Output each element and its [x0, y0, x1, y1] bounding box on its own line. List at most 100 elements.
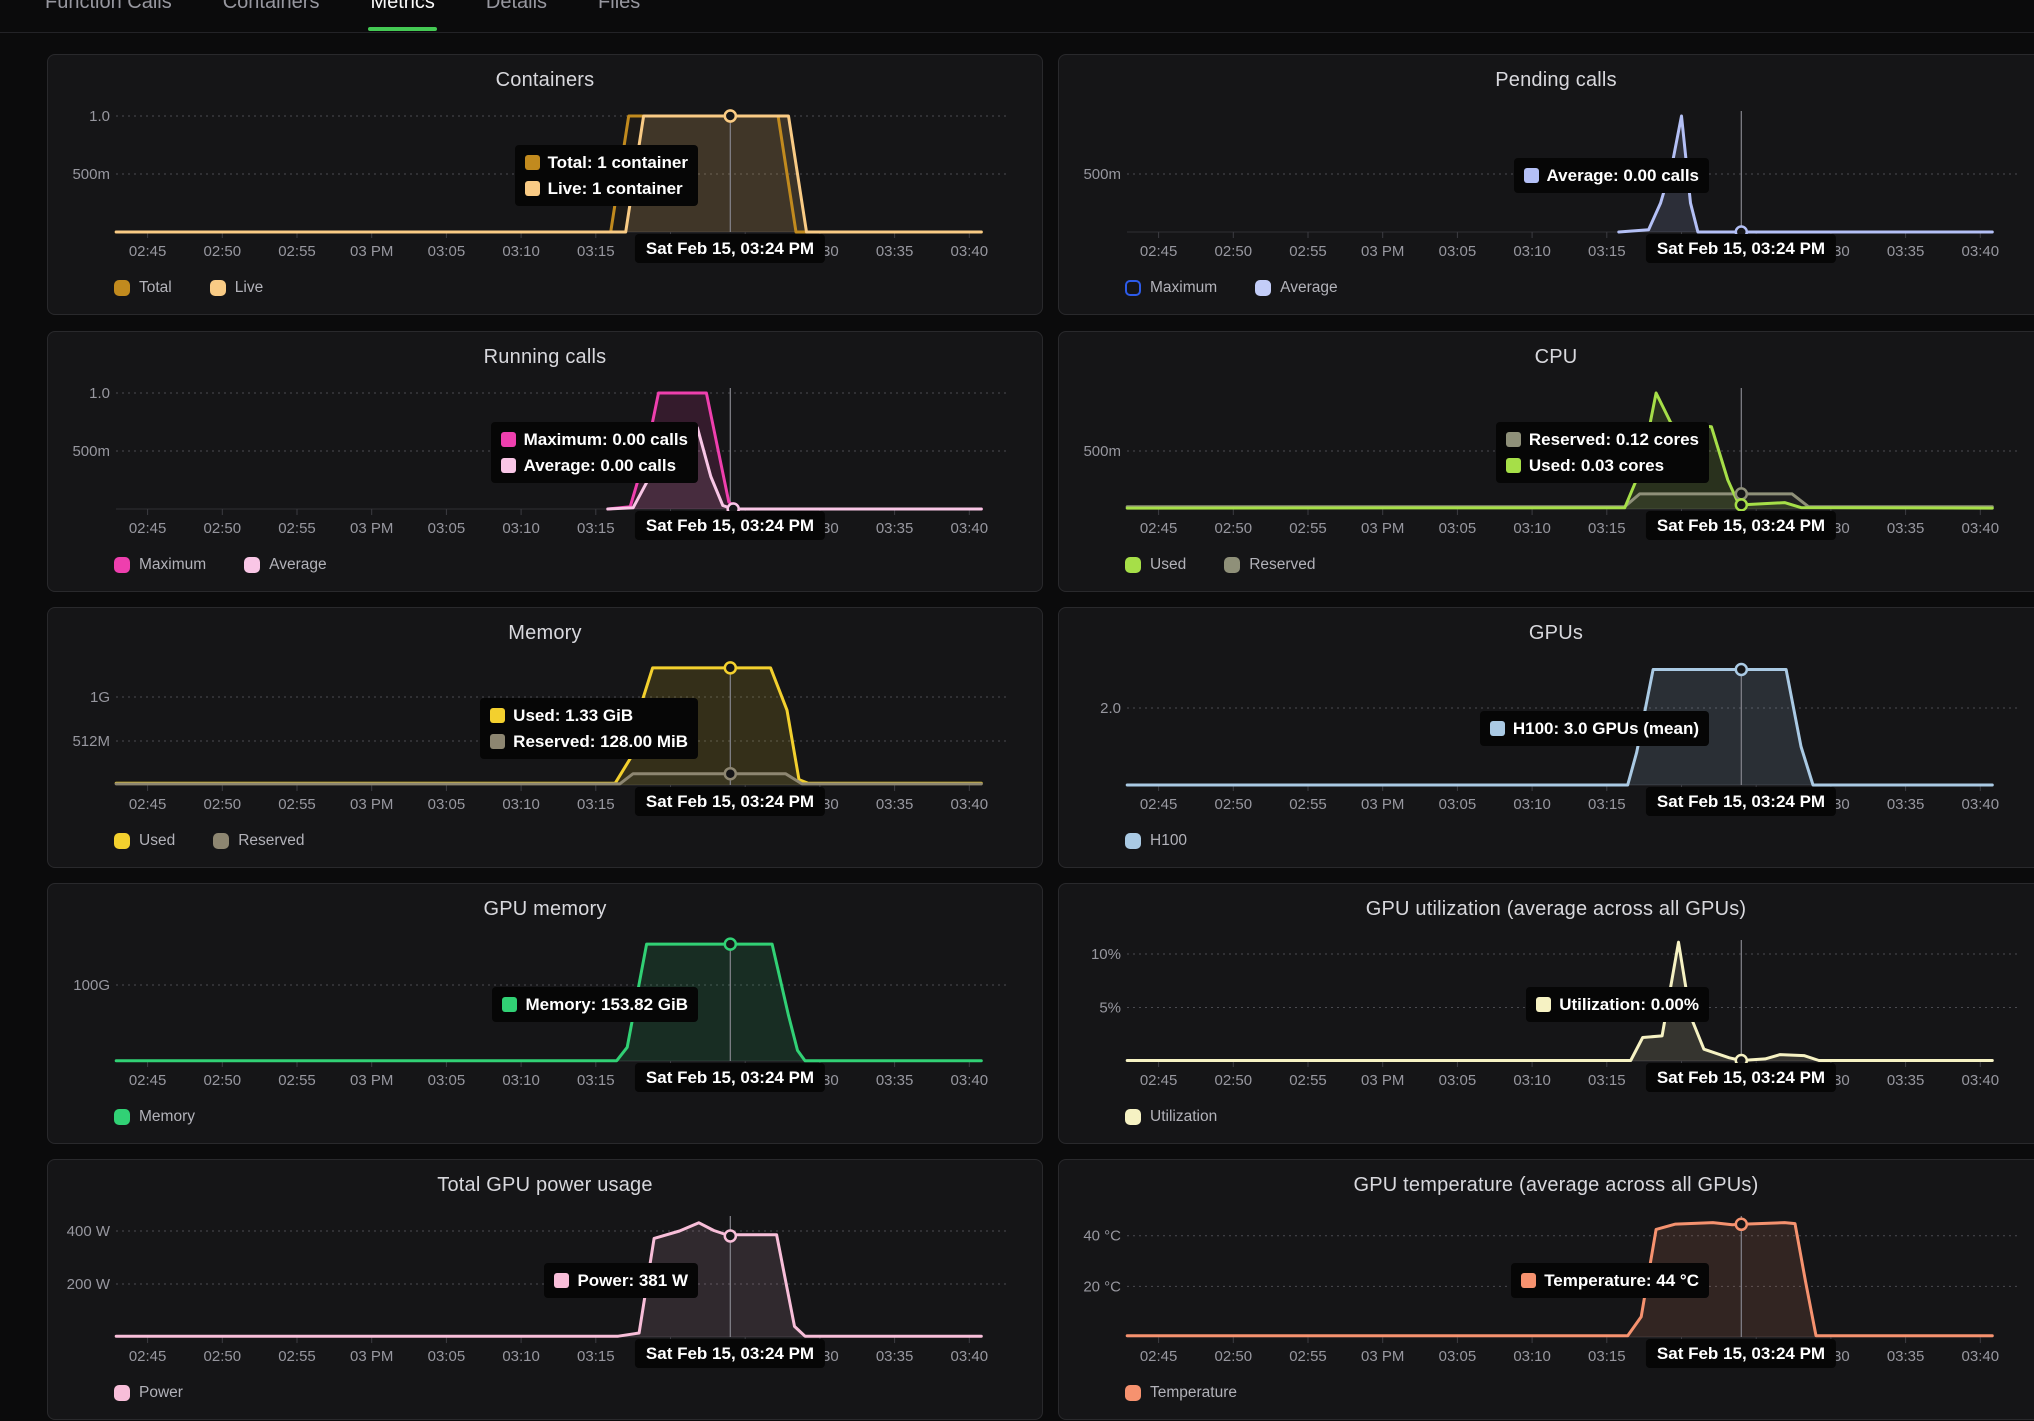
tooltip-row: Used: 0.03 cores: [1506, 455, 1699, 476]
legend-swatch: [1224, 557, 1240, 573]
x-axis-label: 03:05: [428, 796, 466, 813]
hover-marker: [725, 1231, 736, 1242]
tab-label: Files: [598, 0, 640, 13]
tab-containers[interactable]: Containers: [223, 0, 320, 33]
legend-item-temperature[interactable]: Temperature: [1125, 1384, 1237, 1402]
x-axis-label: 03:15: [577, 243, 615, 260]
x-axis-label: 03:05: [1439, 796, 1477, 813]
legend-item-total[interactable]: Total: [114, 279, 172, 297]
tab-metrics[interactable]: Metrics: [370, 0, 434, 33]
x-axis-label: 03:10: [502, 796, 540, 813]
legend-item-maximum[interactable]: Maximum: [1125, 279, 1217, 297]
tab-function-calls[interactable]: Function Calls: [45, 0, 172, 33]
legend-item-memory[interactable]: Memory: [114, 1108, 195, 1126]
x-axis-label: 03:05: [428, 520, 466, 537]
x-axis-label: 03:35: [1887, 1348, 1925, 1365]
x-axis-label: 02:45: [1140, 243, 1178, 260]
chart-tooltip: Utilization: 0.00%: [1526, 987, 1709, 1022]
legend-item-average[interactable]: Average: [1255, 279, 1337, 297]
chart-panel-running-calls: Running calls 1.0500m02:4502:5002:5503 P…: [47, 331, 1043, 592]
crosshair-time-tooltip: Sat Feb 15, 03:24 PM: [635, 1339, 825, 1368]
legend-label: Reserved: [238, 832, 304, 850]
legend-item-h100[interactable]: H100: [1125, 832, 1187, 850]
y-axis-label: 500m: [72, 443, 110, 460]
x-axis-label: 02:45: [1140, 796, 1178, 813]
chart-tooltip: Used: 1.33 GiBReserved: 128.00 MiB: [480, 698, 698, 759]
tooltip-series-swatch: [554, 1273, 569, 1288]
tooltip-row: Maximum: 0.00 calls: [501, 429, 688, 450]
legend-item-power[interactable]: Power: [114, 1384, 183, 1402]
legend-item-reserved[interactable]: Reserved: [1224, 556, 1315, 574]
tooltip-series-swatch: [1521, 1273, 1536, 1288]
tooltip-row: Utilization: 0.00%: [1536, 994, 1699, 1015]
x-axis-label: 03:40: [1962, 243, 2000, 260]
legend-item-used[interactable]: Used: [114, 832, 175, 850]
x-axis-label: 03:05: [1439, 1348, 1477, 1365]
legend-label: H100: [1150, 832, 1187, 850]
x-axis-label: 03:15: [1588, 520, 1626, 537]
tooltip-row: Average: 0.00 calls: [501, 455, 688, 476]
legend-label: Live: [235, 279, 263, 297]
x-axis-label: 02:50: [204, 1072, 242, 1089]
x-axis-label: 03:10: [502, 520, 540, 537]
x-axis-label: 03:10: [502, 1348, 540, 1365]
x-axis-label: 03 PM: [1361, 1348, 1404, 1365]
tooltip-series-value: Power: 381 W: [577, 1270, 688, 1291]
x-axis-label: 03:35: [876, 1348, 914, 1365]
legend-swatch: [1255, 280, 1271, 296]
chart-legend: Maximum Average: [1125, 279, 1338, 297]
y-axis-label: 40 °C: [1083, 1228, 1121, 1245]
legend-label: Average: [1280, 279, 1337, 297]
tooltip-row: Average: 0.00 calls: [1524, 165, 1699, 186]
legend-item-utilization[interactable]: Utilization: [1125, 1108, 1217, 1126]
tab-files[interactable]: Files: [598, 0, 640, 33]
x-axis-label: 02:45: [1140, 1072, 1178, 1089]
tab-label: Containers: [223, 0, 320, 13]
chart-legend: Utilization: [1125, 1108, 1217, 1126]
x-axis-label: 03:35: [876, 796, 914, 813]
legend-swatch: [210, 280, 226, 296]
hover-marker: [1736, 664, 1747, 675]
x-axis-label: 03:40: [951, 243, 989, 260]
crosshair-time-tooltip: Sat Feb 15, 03:24 PM: [635, 511, 825, 540]
x-axis-label: 03:35: [1887, 520, 1925, 537]
tab-details[interactable]: Details: [486, 0, 547, 33]
tooltip-series-value: Total: 1 container: [548, 152, 688, 173]
x-axis-label: 02:55: [278, 1348, 316, 1365]
x-axis-label: 02:50: [1215, 520, 1253, 537]
x-axis-label: 03:40: [951, 1348, 989, 1365]
tooltip-series-value: Used: 1.33 GiB: [513, 705, 633, 726]
legend-item-reserved[interactable]: Reserved: [213, 832, 304, 850]
chart-panel-cpu: CPU 500m02:4502:5002:5503 PM03:0503:1003…: [1058, 331, 2034, 592]
tab-label: Metrics: [370, 0, 434, 13]
x-axis-label: 03:35: [876, 520, 914, 537]
chart-legend: Used Reserved: [114, 832, 305, 850]
tooltip-series-value: Average: 0.00 calls: [524, 455, 676, 476]
chart-tooltip: H100: 3.0 GPUs (mean): [1480, 711, 1709, 746]
legend-item-average[interactable]: Average: [244, 556, 326, 574]
legend-item-live[interactable]: Live: [210, 279, 263, 297]
y-axis-label: 10%: [1091, 946, 1121, 963]
x-axis-label: 03 PM: [350, 796, 393, 813]
x-axis-label: 03:10: [1513, 796, 1551, 813]
tooltip-series-value: Average: 0.00 calls: [1547, 165, 1699, 186]
chart-tooltip: Total: 1 containerLive: 1 container: [515, 145, 698, 206]
legend-label: Power: [139, 1384, 183, 1402]
hover-marker: [725, 662, 736, 673]
x-axis-label: 03:10: [1513, 520, 1551, 537]
tooltip-row: Total: 1 container: [525, 152, 688, 173]
chart-panel-containers: Containers 1.0500m02:4502:5002:5503 PM03…: [47, 54, 1043, 315]
y-axis-label: 500m: [1083, 166, 1121, 183]
x-axis-label: 03:15: [1588, 1348, 1626, 1365]
y-axis-label: 100G: [73, 977, 110, 994]
tooltip-series-swatch: [501, 458, 516, 473]
chart-legend: Temperature: [1125, 1384, 1237, 1402]
x-axis-label: 03:05: [1439, 520, 1477, 537]
legend-item-maximum[interactable]: Maximum: [114, 556, 206, 574]
x-axis-label: 03:15: [577, 1072, 615, 1089]
chart-panel-gpu-memory: GPU memory 100G02:4502:5002:5503 PM03:05…: [47, 883, 1043, 1144]
metrics-dashboard: { "tabs": { "items": [ {"label": "Functi…: [0, 0, 2034, 1350]
legend-item-used[interactable]: Used: [1125, 556, 1186, 574]
tab-bar: Function Calls Containers Metrics Detail…: [0, 0, 2034, 33]
legend-label: Total: [139, 279, 172, 297]
